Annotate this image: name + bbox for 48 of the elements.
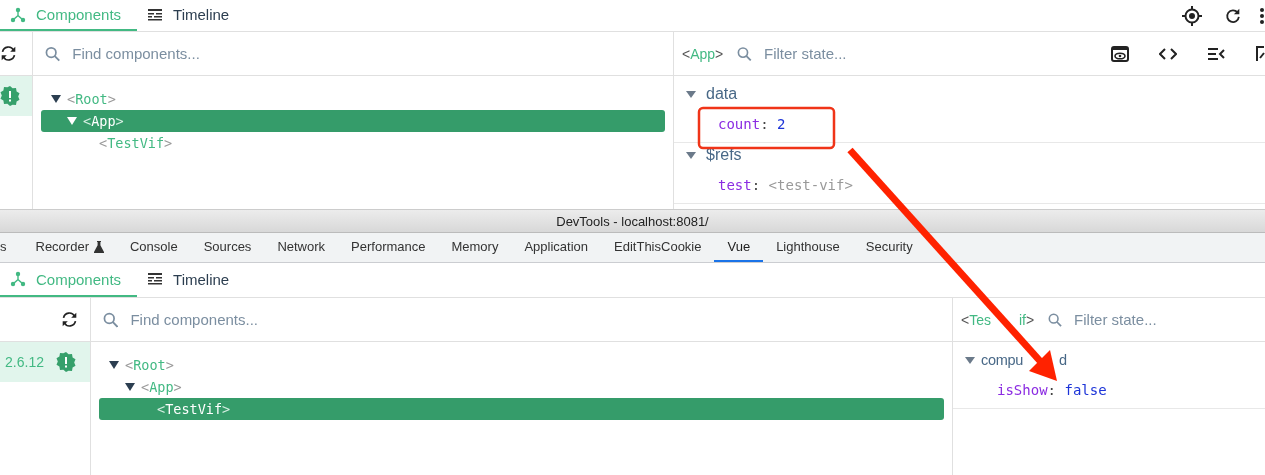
refresh-icon[interactable] xyxy=(61,311,78,328)
state-entry: count: 2 xyxy=(717,115,786,132)
panel-tab[interactable]: Timeline xyxy=(137,0,246,31)
version-label: 2.6.12 xyxy=(5,354,44,370)
caret-icon[interactable] xyxy=(109,361,119,369)
component-tree-icon xyxy=(10,271,26,287)
more-icon[interactable] xyxy=(1259,5,1265,26)
warning-badge-icon xyxy=(0,86,20,106)
timeline-icon xyxy=(147,6,164,23)
refresh-icon[interactable] xyxy=(0,45,17,62)
component-name: if> xyxy=(1019,311,1035,328)
panel-tab[interactable]: Timeline xyxy=(137,263,246,297)
devtools-tab[interactable]: Sources xyxy=(190,233,265,262)
devtools-tab[interactable]: Security xyxy=(852,233,926,262)
search-field[interactable]: Find components... xyxy=(70,44,661,63)
timeline-icon xyxy=(147,271,164,287)
state-entry: test: <test-vif> xyxy=(717,176,853,193)
search-icon xyxy=(737,45,752,62)
target-icon[interactable] xyxy=(1182,5,1202,26)
search-icon xyxy=(103,311,119,328)
section-header[interactable]: data xyxy=(674,82,1265,106)
state-entry: isShow: false xyxy=(996,381,1107,398)
filter-field[interactable]: Filter state... xyxy=(762,44,1089,63)
component-name: <Tes xyxy=(961,311,991,328)
search-field[interactable]: Find components... xyxy=(128,310,940,329)
edit-icon[interactable] xyxy=(1255,44,1265,63)
devtools-tab[interactable]: Vue xyxy=(714,233,764,262)
warning-badge-icon xyxy=(56,352,76,372)
window-title: DevTools - localhost:8081/ xyxy=(556,213,709,229)
devtools-tab[interactable]: Console xyxy=(116,233,191,262)
devtools-tab[interactable]: Network xyxy=(264,233,339,262)
component-tree-icon xyxy=(10,6,26,23)
devtools-tab[interactable]: s xyxy=(0,233,23,262)
filter-field[interactable]: Filter state... xyxy=(1072,310,1265,329)
section-header[interactable]: d xyxy=(1059,352,1067,368)
section-header[interactable]: compu xyxy=(981,352,1024,368)
devtools-tab[interactable]: Application xyxy=(511,233,602,262)
devtools-tab[interactable]: Recorder xyxy=(22,233,117,262)
devtools-tab[interactable]: Memory xyxy=(438,233,512,262)
devtools-tab[interactable]: Lighthouse xyxy=(763,233,853,262)
search-icon xyxy=(1048,311,1063,328)
eye-icon[interactable] xyxy=(1111,44,1129,63)
devtools-tab[interactable]: EditThisCookie xyxy=(601,233,715,262)
app-entry[interactable] xyxy=(0,76,32,116)
flask-icon xyxy=(93,240,104,253)
component-name: <App> xyxy=(682,45,724,62)
search-icon xyxy=(45,45,61,62)
devtools-tab[interactable]: Performance xyxy=(338,233,439,262)
